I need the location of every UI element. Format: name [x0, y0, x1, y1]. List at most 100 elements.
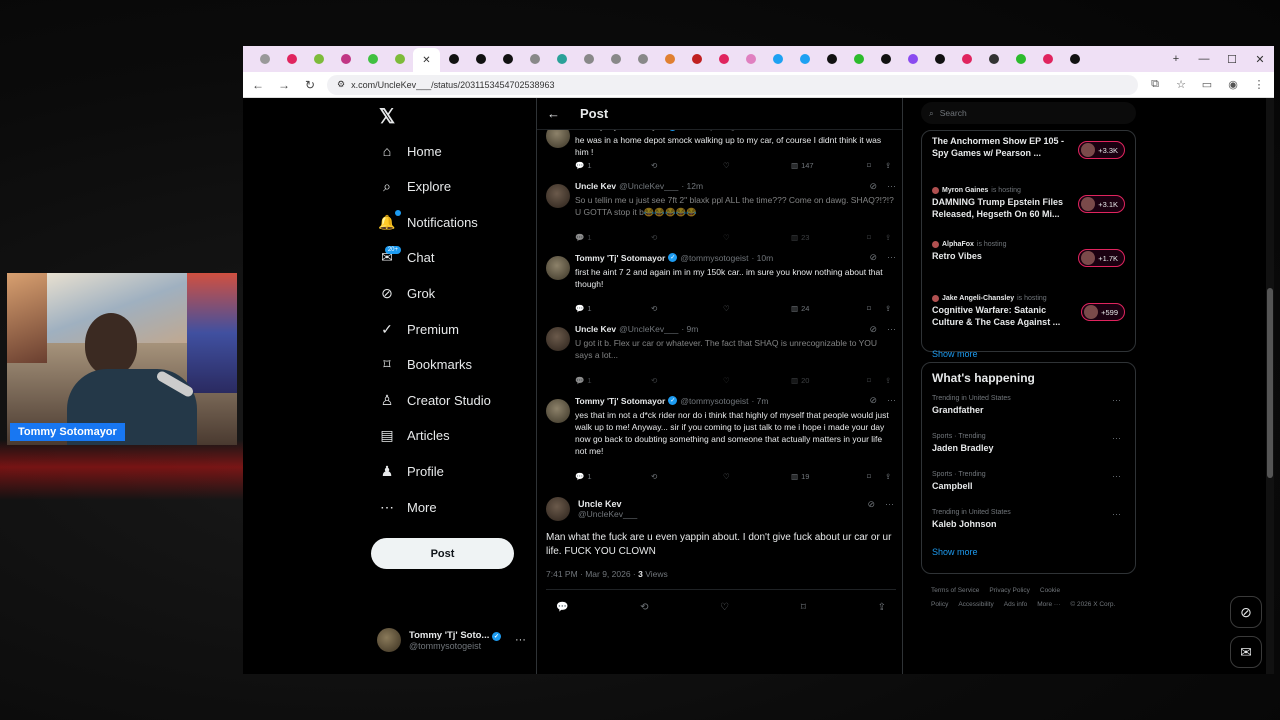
- browser-tab[interactable]: [251, 49, 278, 69]
- views-button[interactable]: ▥ 20: [791, 376, 867, 385]
- repost-button[interactable]: ⟲: [651, 233, 723, 242]
- share-button[interactable]: ⇪: [885, 472, 891, 481]
- nav-item-bookmarks[interactable]: ⌑ Bookmarks: [379, 350, 472, 380]
- close-window-icon[interactable]: ✕: [1246, 53, 1274, 66]
- browser-tab[interactable]: [602, 49, 629, 69]
- more-icon[interactable]: ···: [1112, 395, 1121, 405]
- like-button[interactable]: ♡: [723, 233, 791, 242]
- footer-link[interactable]: Privacy Policy: [989, 587, 1029, 594]
- show-more-link[interactable]: Show more: [932, 547, 1125, 557]
- browser-tab[interactable]: [872, 49, 899, 69]
- listener-pill[interactable]: +1.7K: [1078, 249, 1125, 267]
- browser-tab[interactable]: [791, 49, 818, 69]
- nav-item-articles[interactable]: ▤ Articles: [379, 421, 449, 451]
- trend-item[interactable]: Sports · Trending Jaden Bradley ···: [932, 433, 1125, 471]
- browser-tab[interactable]: [980, 49, 1007, 69]
- reply-button[interactable]: 💬 1: [575, 376, 651, 385]
- author-name[interactable]: Uncle Kev: [575, 181, 616, 191]
- grok-icon[interactable]: ⊘: [869, 395, 877, 406]
- live-space-item[interactable]: Jake Angeli-Chansley is hosting Cognitive…: [932, 295, 1125, 349]
- grok-icon[interactable]: ⊘: [869, 324, 877, 335]
- author-name[interactable]: Uncle Kev: [575, 324, 616, 334]
- bookmark-icon[interactable]: ⌑: [801, 602, 806, 613]
- more-icon[interactable]: ···: [1112, 433, 1121, 443]
- avatar[interactable]: [546, 255, 570, 280]
- back-arrow-icon[interactable]: ←: [547, 106, 560, 121]
- more-icon[interactable]: ···: [1112, 509, 1121, 519]
- browser-tab[interactable]: ✕: [413, 48, 440, 72]
- account-switcher[interactable]: Tommy 'Tj' Soto... ✓ @tommysotogeist ···: [377, 628, 526, 652]
- footer-link[interactable]: Ads info: [1004, 601, 1028, 608]
- reply-tweet[interactable]: Uncle Kev @UncleKev___ · 12m ⊘ ··· So u telli…: [537, 178, 902, 250]
- bookmark-button[interactable]: ⌑: [867, 376, 885, 385]
- avatar[interactable]: [546, 327, 570, 351]
- share-button[interactable]: ⇪: [885, 304, 891, 313]
- reply-tweet[interactable]: Tommy 'Tj' Sotomayor ✓ @tommysotogeist · 7m…: [537, 393, 902, 489]
- author-name[interactable]: Tommy 'Tj' Sotomayor: [575, 396, 665, 406]
- reload-icon[interactable]: ↻: [301, 78, 319, 92]
- avatar[interactable]: [546, 184, 570, 208]
- browser-tab[interactable]: [1034, 49, 1061, 69]
- bookmark-button[interactable]: ⌑: [867, 304, 885, 313]
- trend-item[interactable]: Sports · Trending Campbell ···: [932, 471, 1125, 509]
- bookmark-button[interactable]: ⌑: [867, 472, 885, 481]
- browser-tab[interactable]: [899, 49, 926, 69]
- tab-close-icon[interactable]: ✕: [422, 55, 430, 66]
- like-button[interactable]: ♡: [723, 304, 791, 313]
- browser-tab[interactable]: [629, 49, 656, 69]
- repost-button[interactable]: ⟲: [651, 161, 723, 170]
- like-button[interactable]: ♡: [723, 472, 791, 481]
- reply-button[interactable]: 💬 1: [575, 472, 651, 481]
- bookmark-button[interactable]: ⌑: [867, 233, 885, 242]
- browser-tab[interactable]: [494, 49, 521, 69]
- views-button[interactable]: ▥ 24: [791, 304, 867, 313]
- share-icon[interactable]: ⇪: [878, 602, 886, 613]
- grok-fab-button[interactable]: ⊘: [1230, 596, 1262, 628]
- avatar[interactable]: [546, 398, 570, 423]
- reply-tweet[interactable]: Uncle Kev @UncleKev___ · 9m ⊘ ··· U got it b.…: [537, 321, 902, 393]
- site-info-icon[interactable]: ⚙: [337, 79, 345, 90]
- more-icon[interactable]: ···: [887, 252, 896, 263]
- browser-tab[interactable]: [575, 49, 602, 69]
- nav-item-grok[interactable]: ⊘ Grok: [379, 278, 435, 308]
- grok-icon[interactable]: ⊘: [869, 252, 877, 263]
- more-icon[interactable]: ···: [887, 324, 896, 335]
- repost-button[interactable]: ⟲: [651, 376, 723, 385]
- forward-icon[interactable]: →: [275, 78, 293, 92]
- browser-tab[interactable]: [1007, 49, 1034, 69]
- browser-tab[interactable]: [683, 49, 710, 69]
- listener-pill[interactable]: +599: [1081, 303, 1125, 321]
- back-icon[interactable]: ←: [249, 78, 267, 92]
- browser-tab[interactable]: [953, 49, 980, 69]
- search-input[interactable]: ⌕ Search: [921, 102, 1136, 124]
- browser-tab[interactable]: [278, 49, 305, 69]
- like-button[interactable]: ♡: [723, 161, 791, 170]
- nav-item-notifications[interactable]: 🔔 Notifications: [378, 207, 478, 237]
- footer-link[interactable]: Terms of Service: [931, 587, 979, 594]
- browser-tab[interactable]: [737, 49, 764, 69]
- footer-link[interactable]: More ···: [1037, 601, 1060, 608]
- browser-tab[interactable]: [818, 49, 845, 69]
- nav-item-home[interactable]: ⌂ Home: [379, 136, 442, 166]
- scrollbar-thumb[interactable]: [1267, 288, 1273, 478]
- messages-fab-button[interactable]: ✉: [1230, 636, 1262, 668]
- listener-pill[interactable]: +3.1K: [1078, 195, 1125, 213]
- views-button[interactable]: ▥ 19: [791, 472, 867, 481]
- browser-tab[interactable]: [764, 49, 791, 69]
- browser-tab[interactable]: [521, 49, 548, 69]
- reply-button[interactable]: 💬 1: [575, 304, 651, 313]
- scrollbar[interactable]: [1266, 98, 1274, 674]
- browser-tab[interactable]: [386, 49, 413, 69]
- repost-icon[interactable]: ⟲: [640, 602, 648, 613]
- browser-tab[interactable]: [710, 49, 737, 69]
- nav-item-chat[interactable]: ✉ 20+ Chat: [379, 243, 434, 273]
- grok-icon[interactable]: ⊘: [867, 499, 875, 510]
- browser-tab[interactable]: [359, 49, 386, 69]
- reply-button[interactable]: 💬 1: [575, 161, 651, 170]
- footer-link[interactable]: © 2026 X Corp.: [1070, 601, 1115, 608]
- nav-item-premium[interactable]: ✓ Premium: [379, 314, 459, 344]
- bookmark-button[interactable]: ⌑: [867, 161, 885, 170]
- post-button[interactable]: Post: [371, 538, 514, 569]
- share-button[interactable]: ⇪: [885, 233, 891, 242]
- browser-tab[interactable]: [467, 49, 494, 69]
